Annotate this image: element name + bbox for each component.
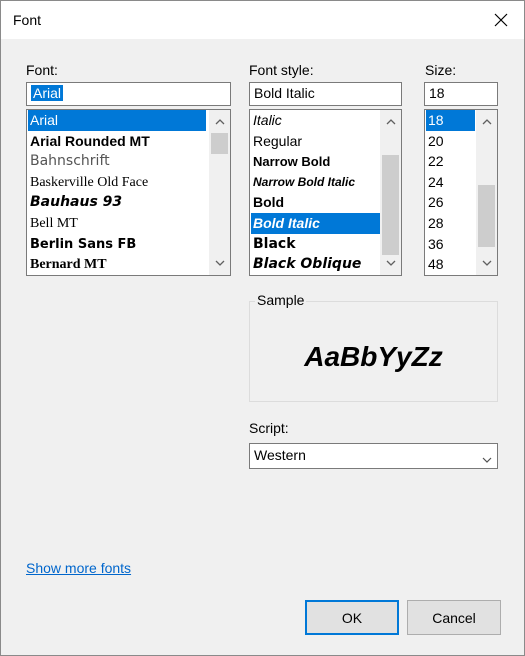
style-input-value: Bold Italic <box>254 85 315 101</box>
chevron-down-icon <box>482 450 492 466</box>
list-item[interactable]: Baskerville Old Face <box>28 172 206 193</box>
list-item[interactable]: Italic <box>251 110 381 131</box>
list-item[interactable]: Narrow Bold Italic <box>251 172 381 193</box>
scroll-up-icon[interactable] <box>380 112 401 132</box>
list-item[interactable]: 28 <box>426 213 475 234</box>
font-label: Font: <box>26 62 58 78</box>
style-list[interactable]: Italic Regular Narrow Bold Narrow Bold Ital… <box>249 109 402 276</box>
list-item[interactable]: Black <box>251 234 381 255</box>
font-list-scroll-thumb[interactable] <box>211 133 228 154</box>
list-item[interactable]: Regular <box>251 131 381 152</box>
style-list-scroll-thumb[interactable] <box>382 155 399 255</box>
list-item[interactable]: Black Oblique <box>251 254 381 275</box>
list-item[interactable]: 18 <box>426 110 475 131</box>
close-icon <box>494 13 508 27</box>
script-select[interactable]: Western <box>249 443 498 469</box>
cancel-button[interactable]: Cancel <box>407 600 501 635</box>
font-list-scrollbar[interactable] <box>209 110 230 275</box>
script-label: Script: <box>249 420 289 436</box>
size-list-scrollbar[interactable] <box>476 110 497 275</box>
ok-button[interactable]: OK <box>305 600 399 635</box>
style-label: Font style: <box>249 62 314 78</box>
dialog-title: Font <box>13 12 42 28</box>
list-item[interactable]: Arial <box>28 110 206 131</box>
close-button[interactable] <box>478 1 524 39</box>
list-item[interactable]: Bernard MT <box>28 254 206 275</box>
list-item[interactable]: Bell MT <box>28 213 206 234</box>
scroll-down-icon[interactable] <box>476 253 497 273</box>
list-item[interactable]: 22 <box>426 151 475 172</box>
size-input[interactable]: 18 <box>424 82 498 106</box>
scroll-up-icon[interactable] <box>476 112 497 132</box>
scroll-down-icon[interactable] <box>209 253 230 273</box>
size-input-value: 18 <box>429 85 445 101</box>
list-item[interactable]: 48 <box>426 254 475 275</box>
list-item[interactable]: Bauhaus 93 <box>28 192 206 213</box>
size-list[interactable]: 18 20 22 24 26 28 36 48 <box>424 109 498 276</box>
list-item[interactable]: Bahnschrift <box>28 151 206 172</box>
title-bar: Font <box>1 1 524 39</box>
font-list[interactable]: Arial Arial Rounded MT Bahnschrift Baskervi… <box>26 109 231 276</box>
font-dialog: Font Font: Arial Arial Arial Rounded MT Ba… <box>0 0 525 656</box>
sample-label: Sample <box>255 292 307 308</box>
list-item[interactable]: Arial Rounded MT <box>28 131 206 152</box>
scroll-down-icon[interactable] <box>380 253 401 273</box>
script-value: Western <box>254 447 306 463</box>
list-item[interactable]: Berlin Sans FB <box>28 234 206 255</box>
style-list-scrollbar[interactable] <box>380 110 401 275</box>
list-item[interactable]: 26 <box>426 192 475 213</box>
size-list-scroll-thumb[interactable] <box>478 185 495 247</box>
list-item[interactable]: Bold Italic <box>251 213 381 234</box>
style-input[interactable]: Bold Italic <box>249 82 402 106</box>
font-input[interactable]: Arial <box>26 82 231 106</box>
sample-preview: AaBbYyZz <box>304 341 443 372</box>
list-item[interactable]: Bold <box>251 192 381 213</box>
show-more-fonts-link[interactable]: Show more fonts <box>26 560 131 576</box>
scroll-up-icon[interactable] <box>209 112 230 132</box>
list-item[interactable]: 24 <box>426 172 475 193</box>
list-item[interactable]: Narrow Bold <box>251 151 381 172</box>
size-label: Size: <box>425 62 457 78</box>
list-item[interactable]: 36 <box>426 234 475 255</box>
font-input-value: Arial <box>31 85 64 101</box>
list-item[interactable]: 20 <box>426 131 475 152</box>
